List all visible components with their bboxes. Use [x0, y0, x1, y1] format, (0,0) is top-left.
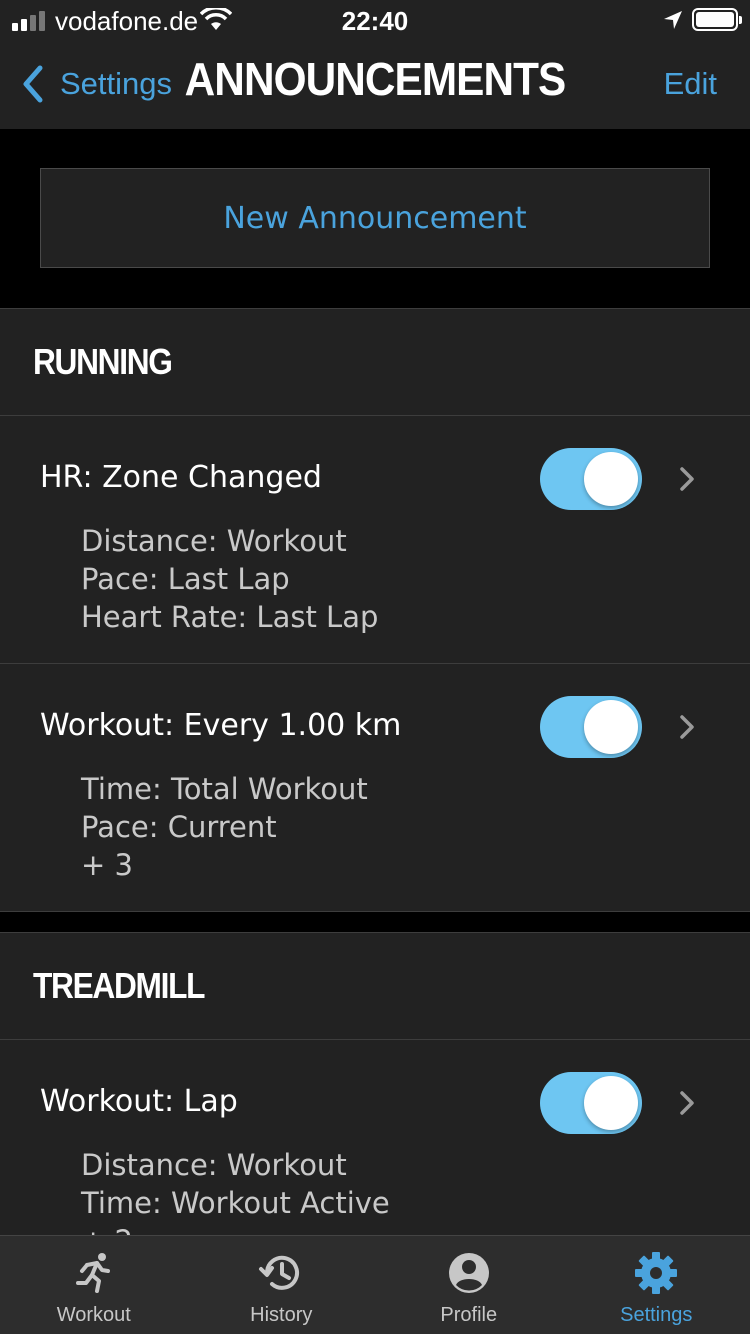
- profile-icon: [448, 1253, 489, 1293]
- section-running: RUNNING HR: Zone Changed Distance: Worko…: [0, 308, 750, 912]
- clock: 22:40: [341, 6, 409, 36]
- history-icon: [259, 1255, 300, 1290]
- detail-line: + 3: [81, 848, 133, 882]
- detail-line: Heart Rate: Last Lap: [81, 600, 379, 634]
- section-title: TREADMILL: [33, 965, 205, 1006]
- tab-history[interactable]: History: [188, 1236, 376, 1334]
- gear-icon: [635, 1252, 678, 1294]
- announcement-details: Time: Total Workout Pace: Current + 3: [81, 770, 368, 884]
- announcement-toggle[interactable]: [540, 1072, 642, 1134]
- new-announcement-button[interactable]: New Announcement: [40, 168, 710, 268]
- running-icon: [75, 1253, 110, 1293]
- section-header: TREADMILL: [0, 932, 750, 1040]
- toggle-knob: [584, 452, 638, 506]
- detail-line: Time: Total Workout: [81, 772, 368, 806]
- announcement-details: Distance: Workout Time: Workout Active +…: [81, 1146, 390, 1235]
- tab-label: Settings: [620, 1304, 693, 1326]
- section-header: RUNNING: [0, 308, 750, 416]
- announcement-toggle[interactable]: [540, 448, 642, 510]
- page-title: ANNOUNCEMENTS: [184, 53, 567, 105]
- chevron-right-icon[interactable]: [676, 1088, 698, 1118]
- tab-bar: Workout History Profile Settings: [0, 1235, 750, 1334]
- announcement-title: Workout: Lap: [40, 1084, 238, 1119]
- tab-label: History: [250, 1304, 313, 1326]
- chevron-right-icon[interactable]: [676, 712, 698, 742]
- toggle-knob: [584, 1076, 638, 1130]
- announcement-details: Distance: Workout Pace: Last Lap Heart R…: [81, 522, 378, 636]
- announcement-row[interactable]: HR: Zone Changed Distance: Workout Pace:…: [0, 416, 750, 664]
- battery-icon: [692, 8, 742, 31]
- section-title: RUNNING: [33, 341, 173, 382]
- announcement-title: HR: Zone Changed: [40, 460, 322, 495]
- status-bar: vodafone.de 22:40: [0, 0, 750, 40]
- detail-line: Distance: Workout: [81, 524, 347, 558]
- toggle-knob: [584, 700, 638, 754]
- chevron-right-icon[interactable]: [676, 464, 698, 494]
- detail-line: Distance: Workout: [81, 1148, 347, 1182]
- tab-settings[interactable]: Settings: [563, 1236, 750, 1334]
- announcement-title: Workout: Every 1.00 km: [40, 708, 402, 743]
- detail-line: Pace: Current: [81, 810, 277, 844]
- tab-label: Workout: [56, 1304, 131, 1326]
- announcement-toggle[interactable]: [540, 696, 642, 758]
- tab-label: Profile: [440, 1304, 498, 1326]
- navigation-bar: Settings ANNOUNCEMENTS Edit: [0, 40, 750, 129]
- announcement-row[interactable]: Workout: Every 1.00 km Time: Total Worko…: [0, 664, 750, 912]
- tab-workout[interactable]: Workout: [0, 1236, 188, 1334]
- location-arrow-icon: [664, 11, 682, 29]
- section-treadmill: TREADMILL Workout: Lap Distance: Workout…: [0, 932, 750, 1235]
- detail-line: Pace: Last Lap: [81, 562, 290, 596]
- announcement-row[interactable]: Workout: Lap Distance: Workout Time: Wor…: [0, 1040, 750, 1235]
- tab-profile[interactable]: Profile: [375, 1236, 563, 1334]
- detail-line: + 2: [81, 1222, 390, 1235]
- edit-button[interactable]: Edit: [664, 66, 717, 102]
- detail-line: Time: Workout Active: [81, 1186, 390, 1220]
